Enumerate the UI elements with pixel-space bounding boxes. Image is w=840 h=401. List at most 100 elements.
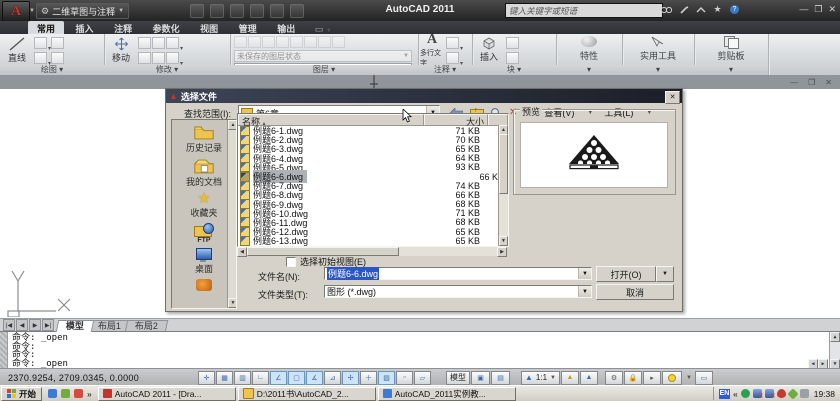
file-name-dropdown-icon[interactable]: ▼ bbox=[578, 268, 591, 279]
annotate-panel-label[interactable]: 注释 ▾ bbox=[418, 65, 472, 75]
properties-sphere-icon[interactable] bbox=[581, 36, 597, 47]
polar-toggle[interactable]: ∠ bbox=[270, 371, 287, 385]
tab-insert[interactable]: 插入 bbox=[67, 21, 103, 34]
language-indicator[interactable]: EN bbox=[719, 389, 730, 399]
scroll-left-icon[interactable]: ◀ bbox=[237, 247, 247, 257]
taskbar-task-document[interactable]: AutoCAD_2011实例教... bbox=[378, 387, 516, 401]
utilities-measure-icon[interactable] bbox=[651, 36, 666, 47]
create-block-icon[interactable] bbox=[506, 37, 519, 49]
column-header-stub[interactable] bbox=[488, 114, 508, 125]
ribbon-options-icon[interactable]: ▭ ▼ bbox=[315, 24, 332, 34]
start-button[interactable]: 开始 bbox=[1, 387, 42, 401]
quick-properties-toggle[interactable]: ▫ bbox=[396, 371, 413, 385]
status-menu-caret-icon[interactable]: ▼ bbox=[686, 375, 692, 381]
tab-nav-first-icon[interactable]: |◀ bbox=[3, 319, 15, 331]
insert-block-button[interactable]: 插入 bbox=[474, 35, 504, 65]
command-window-grip[interactable] bbox=[0, 332, 8, 369]
auto-annotation-icon[interactable]: ▲ bbox=[580, 371, 598, 385]
layer-off-icon[interactable] bbox=[248, 36, 261, 48]
scroll-down-icon[interactable]: ▼ bbox=[499, 236, 508, 246]
window-minimize-icon[interactable]: — bbox=[799, 4, 808, 15]
file-type-dropdown-icon[interactable]: ▼ bbox=[578, 286, 591, 297]
model-space-button[interactable]: 模型 bbox=[446, 371, 470, 385]
status-tray-icon[interactable]: ▸ bbox=[643, 371, 661, 385]
command-vertical-scrollbar[interactable]: ▲ ▼ bbox=[829, 332, 840, 369]
scroll-up-icon[interactable]: ▲ bbox=[830, 332, 840, 342]
properties-panel-title[interactable]: 特性 bbox=[580, 49, 598, 62]
app-menu-caret-icon[interactable]: ▼ bbox=[29, 8, 35, 14]
qat-save-icon[interactable] bbox=[230, 4, 244, 18]
move-tool-button[interactable]: 移动 bbox=[106, 35, 136, 65]
tab-nav-last-icon[interactable]: ▶| bbox=[42, 319, 54, 331]
doc-close-icon[interactable]: ✕ bbox=[825, 78, 832, 87]
arc-tool-icon[interactable] bbox=[51, 37, 64, 49]
modify-panel-label[interactable]: 修改 ▾ bbox=[104, 65, 230, 75]
utilities-panel-title[interactable]: 实用工具 bbox=[640, 49, 676, 62]
communication-center-icon[interactable] bbox=[694, 3, 707, 16]
dimension-tool-icon[interactable] bbox=[446, 37, 459, 49]
file-list-horizontal-scrollbar[interactable]: ◀ ▶ bbox=[237, 247, 507, 256]
mtext-tool-button[interactable]: A 多行文字 bbox=[420, 35, 444, 65]
trim-tool-icon[interactable] bbox=[152, 37, 165, 49]
selection-cycling-toggle[interactable]: ▱ bbox=[414, 371, 431, 385]
search-binoculars-icon[interactable] bbox=[660, 3, 673, 16]
scroll-down-icon[interactable]: ▼ bbox=[228, 298, 237, 308]
tab-manage[interactable]: 管理 bbox=[230, 21, 266, 34]
utilities-panel-caret[interactable]: ▾ bbox=[622, 65, 694, 75]
tab-nav-prev-icon[interactable]: ◀ bbox=[16, 319, 28, 331]
dyn-toggle[interactable]: ✢ bbox=[342, 371, 359, 385]
polyline-tool-icon[interactable] bbox=[34, 52, 47, 64]
fillet-tool-icon[interactable] bbox=[152, 52, 165, 64]
tab-parametric[interactable]: 参数化 bbox=[144, 21, 189, 34]
tab-annotate[interactable]: 注释 bbox=[105, 21, 141, 34]
window-restore-icon[interactable]: ❐ bbox=[814, 4, 822, 15]
layer-state-dropdown[interactable]: 未保存的图层状态▼ bbox=[234, 50, 412, 62]
snap-toggle[interactable]: ✛ bbox=[198, 371, 215, 385]
annotation-visibility-icon[interactable]: ▲ bbox=[561, 371, 579, 385]
layer-match-icon[interactable] bbox=[304, 36, 317, 48]
layer-walk-icon[interactable] bbox=[332, 36, 345, 48]
rotate-tool-icon[interactable] bbox=[138, 37, 151, 49]
lwt-toggle[interactable]: ＋ bbox=[360, 371, 377, 385]
properties-panel-caret[interactable]: ▾ bbox=[556, 65, 622, 75]
qat-new-icon[interactable] bbox=[190, 4, 204, 18]
tab-model[interactable]: 模型 bbox=[56, 320, 95, 332]
doc-minimize-icon[interactable]: — bbox=[790, 78, 798, 87]
ortho-toggle[interactable]: ∟ bbox=[252, 371, 269, 385]
grid-toggle[interactable]: ▦ bbox=[216, 371, 233, 385]
file-name-combobox[interactable]: 例题6-6.dwg ▼ bbox=[324, 267, 592, 280]
help-icon[interactable]: ? bbox=[728, 3, 741, 16]
leader-tool-icon[interactable] bbox=[446, 52, 459, 64]
workspace-switcher[interactable]: ⚙ 二维草图与注释 ▼ bbox=[36, 3, 129, 19]
tray-display-icon[interactable] bbox=[800, 389, 809, 398]
toolbar-lock-icon[interactable]: 🔒 bbox=[624, 371, 642, 385]
clipboard-paste-icon[interactable] bbox=[724, 36, 738, 47]
clipboard-panel-title[interactable]: 剪贴板 bbox=[717, 49, 744, 62]
tab-output[interactable]: 输出 bbox=[268, 21, 304, 34]
tray-network-icon-2[interactable]: ✕ bbox=[765, 389, 774, 398]
doc-restore-icon[interactable]: ❐ bbox=[808, 78, 815, 87]
hardware-acceleration-bulb-icon[interactable] bbox=[662, 371, 682, 385]
copy-tool-icon[interactable] bbox=[166, 37, 179, 49]
scroll-right-icon[interactable]: ▶ bbox=[497, 247, 507, 257]
stretch-tool-icon[interactable] bbox=[166, 52, 179, 64]
clipboard-panel-caret[interactable]: ▾ bbox=[694, 65, 768, 75]
line-tool-button[interactable]: 直线 bbox=[2, 35, 32, 65]
qat-open-icon[interactable] bbox=[210, 4, 224, 18]
table-row[interactable]: 例题6-13.dwg65 KB bbox=[238, 236, 508, 245]
tab-home[interactable]: 常用 bbox=[28, 21, 64, 34]
command-window[interactable]: 命令: _open 命令: 命令: 命令: _open ▲ ▼ ◀ ▶ bbox=[0, 331, 840, 369]
ducs-toggle[interactable]: ⊿ bbox=[324, 371, 341, 385]
file-list-vertical-scrollbar[interactable]: ▲ ▼ bbox=[498, 125, 508, 246]
osnap-toggle[interactable]: ▢ bbox=[288, 371, 305, 385]
dialog-close-icon[interactable]: ✕ bbox=[665, 91, 680, 104]
tab-nav-next-icon[interactable]: ▶ bbox=[29, 319, 41, 331]
workspace-switching-icon[interactable]: ⚙ bbox=[605, 371, 623, 385]
tray-network-icon-1[interactable]: ✕ bbox=[753, 389, 762, 398]
quick-launch-icon-3[interactable] bbox=[74, 389, 83, 398]
draw-panel-label[interactable]: 绘图 ▾ bbox=[0, 65, 104, 75]
favorites-star-icon[interactable]: ★ bbox=[711, 3, 724, 16]
taskbar-task-explorer[interactable]: D:\2011书\AutoCAD_2... bbox=[238, 387, 376, 401]
tray-updater-icon[interactable] bbox=[787, 388, 798, 399]
open-button[interactable]: 打开(O) bbox=[596, 266, 656, 282]
